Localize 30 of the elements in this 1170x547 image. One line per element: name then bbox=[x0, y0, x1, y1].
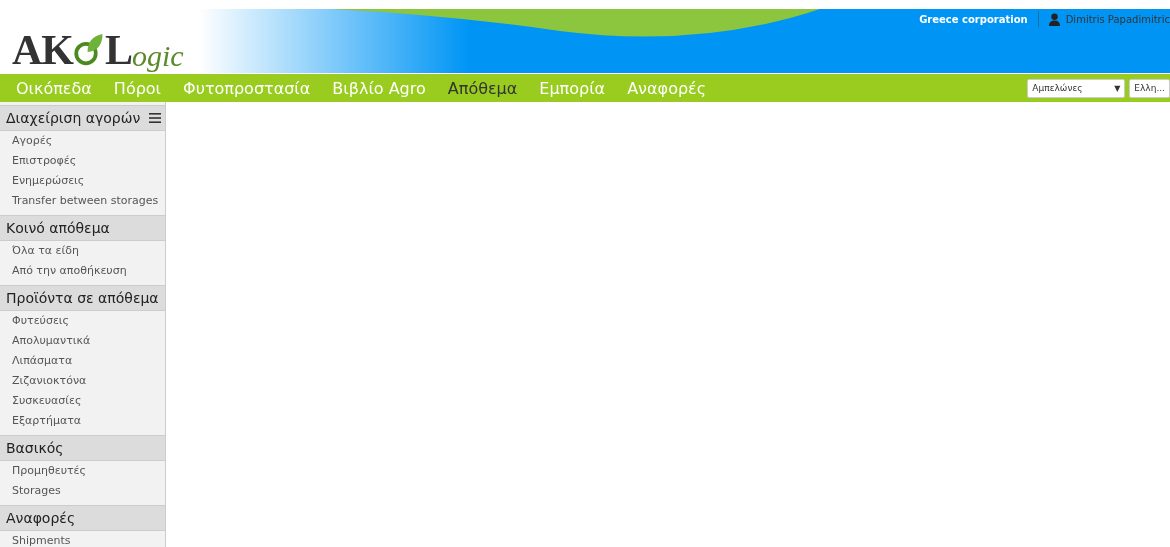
logo-text: L bbox=[105, 29, 132, 71]
sidebar-link[interactable]: Φυτεύσεις bbox=[0, 311, 165, 331]
user-icon bbox=[1048, 12, 1060, 26]
section-header[interactable]: Βασικός bbox=[0, 435, 165, 461]
menu-icon[interactable] bbox=[149, 113, 161, 123]
sidebar-link[interactable]: Storages bbox=[0, 481, 165, 501]
sidebar-link[interactable]: Ζιζανιοκτόνα bbox=[0, 371, 165, 391]
sidebar-link[interactable]: Όλα τα είδη bbox=[0, 241, 165, 261]
sidebar-link[interactable]: Transfer between storages bbox=[0, 191, 165, 211]
dropdown[interactable]: Ελλη... bbox=[1129, 78, 1170, 98]
section-header[interactable]: Προϊόντα σε απόθεμα bbox=[0, 285, 165, 311]
sidebar-link[interactable]: Λιπάσματα bbox=[0, 351, 165, 371]
sidebar-link[interactable]: Ενημερώσεις bbox=[0, 171, 165, 191]
sidebar-link[interactable]: Εξαρτήματα bbox=[0, 411, 165, 431]
sidebar-link[interactable]: Απολυμαντικά bbox=[0, 331, 165, 351]
section-header[interactable]: Αναφορές bbox=[0, 505, 165, 531]
dropdown[interactable]: Αμπελώνες ▼ bbox=[1027, 78, 1126, 98]
sidebar-link[interactable]: Από την αποθήκευση bbox=[0, 261, 165, 281]
user-name[interactable]: Dimitris Papadimitric bbox=[1065, 13, 1170, 25]
section-header[interactable]: Κοινό απόθεμα bbox=[0, 215, 165, 241]
nav-tab[interactable]: Απόθεμα bbox=[447, 78, 518, 98]
sidebar-link[interactable]: Συσκευασίες bbox=[0, 391, 165, 411]
logo-text: ogic bbox=[132, 41, 184, 71]
sidebar-link[interactable]: Επιστροφές bbox=[0, 151, 165, 171]
logo-text: AK bbox=[12, 29, 73, 71]
company-name: Greece corporation bbox=[919, 13, 1028, 25]
sidebar-link[interactable]: Προμηθευτές bbox=[0, 461, 165, 481]
sidebar-link[interactable]: Αγορές bbox=[0, 131, 165, 151]
sidebar-link[interactable]: Shipments bbox=[0, 531, 165, 547]
section-header[interactable]: Διαχείριση αγορών bbox=[0, 105, 165, 131]
